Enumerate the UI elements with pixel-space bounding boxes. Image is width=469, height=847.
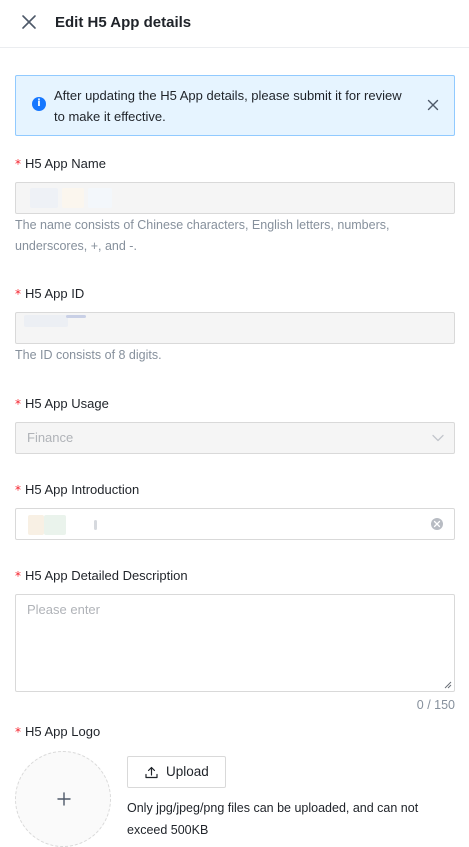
- app-id-help: The ID consists of 8 digits.: [15, 348, 162, 362]
- app-id-label: * H5 App ID: [15, 285, 84, 303]
- chevron-down-icon: [432, 434, 444, 442]
- redacted-value: [66, 315, 86, 318]
- required-mark: *: [15, 725, 21, 739]
- plus-icon: [57, 792, 71, 806]
- upload-button[interactable]: Upload: [127, 756, 226, 788]
- info-alert: i After updating the H5 App details, ple…: [15, 75, 455, 136]
- required-mark: *: [15, 157, 21, 171]
- app-name-help: The name consists of Chinese characters,…: [15, 218, 390, 253]
- info-icon: i: [32, 97, 46, 111]
- app-usage-select: Finance: [15, 422, 455, 454]
- app-name-input: [15, 182, 455, 214]
- app-description-textarea[interactable]: Please enter: [15, 594, 455, 692]
- redacted-value: [88, 188, 112, 208]
- drawer-title: Edit H5 App details: [55, 14, 192, 31]
- redacted-value: [30, 188, 58, 208]
- app-id-label-text: H5 App ID: [25, 286, 85, 301]
- app-id-input: [15, 312, 455, 344]
- close-icon[interactable]: [20, 13, 38, 31]
- app-usage-selected-value: Finance: [27, 430, 74, 445]
- upload-button-label: Upload: [166, 764, 209, 779]
- logo-upload-area[interactable]: [15, 751, 111, 847]
- required-mark: *: [15, 287, 21, 301]
- required-mark: *: [15, 569, 21, 583]
- app-introduction-input[interactable]: [15, 508, 455, 540]
- app-introduction-label-text: H5 App Introduction: [25, 482, 140, 497]
- upload-icon: [145, 766, 158, 779]
- redacted-value: [94, 520, 97, 530]
- redacted-value: [44, 515, 66, 535]
- app-name-label-text: H5 App Name: [25, 156, 106, 171]
- redacted-value: [24, 315, 68, 327]
- resize-handle-icon[interactable]: [444, 681, 452, 689]
- app-introduction-label: * H5 App Introduction: [15, 481, 139, 499]
- app-description-label-text: H5 App Detailed Description: [25, 568, 188, 583]
- drawer-header: Edit H5 App details: [0, 0, 469, 48]
- redacted-value: [28, 515, 44, 535]
- required-mark: *: [15, 483, 21, 497]
- app-usage-label-text: H5 App Usage: [25, 396, 109, 411]
- alert-message: After updating the H5 App details, pleas…: [54, 88, 402, 124]
- clear-input-icon[interactable]: [431, 518, 443, 530]
- app-name-label: * H5 App Name: [15, 155, 106, 173]
- app-logo-label-text: H5 App Logo: [25, 724, 101, 739]
- redacted-value: [62, 188, 84, 208]
- textarea-placeholder: Please enter: [27, 602, 100, 617]
- required-mark: *: [15, 397, 21, 411]
- alert-close-icon[interactable]: [427, 99, 439, 111]
- app-usage-label: * H5 App Usage: [15, 395, 109, 413]
- upload-hint: Only jpg/jpeg/png files can be uploaded,…: [127, 801, 419, 837]
- character-counter: 0 / 150: [416, 698, 455, 712]
- app-logo-label: * H5 App Logo: [15, 723, 100, 741]
- app-description-label: * H5 App Detailed Description: [15, 567, 188, 585]
